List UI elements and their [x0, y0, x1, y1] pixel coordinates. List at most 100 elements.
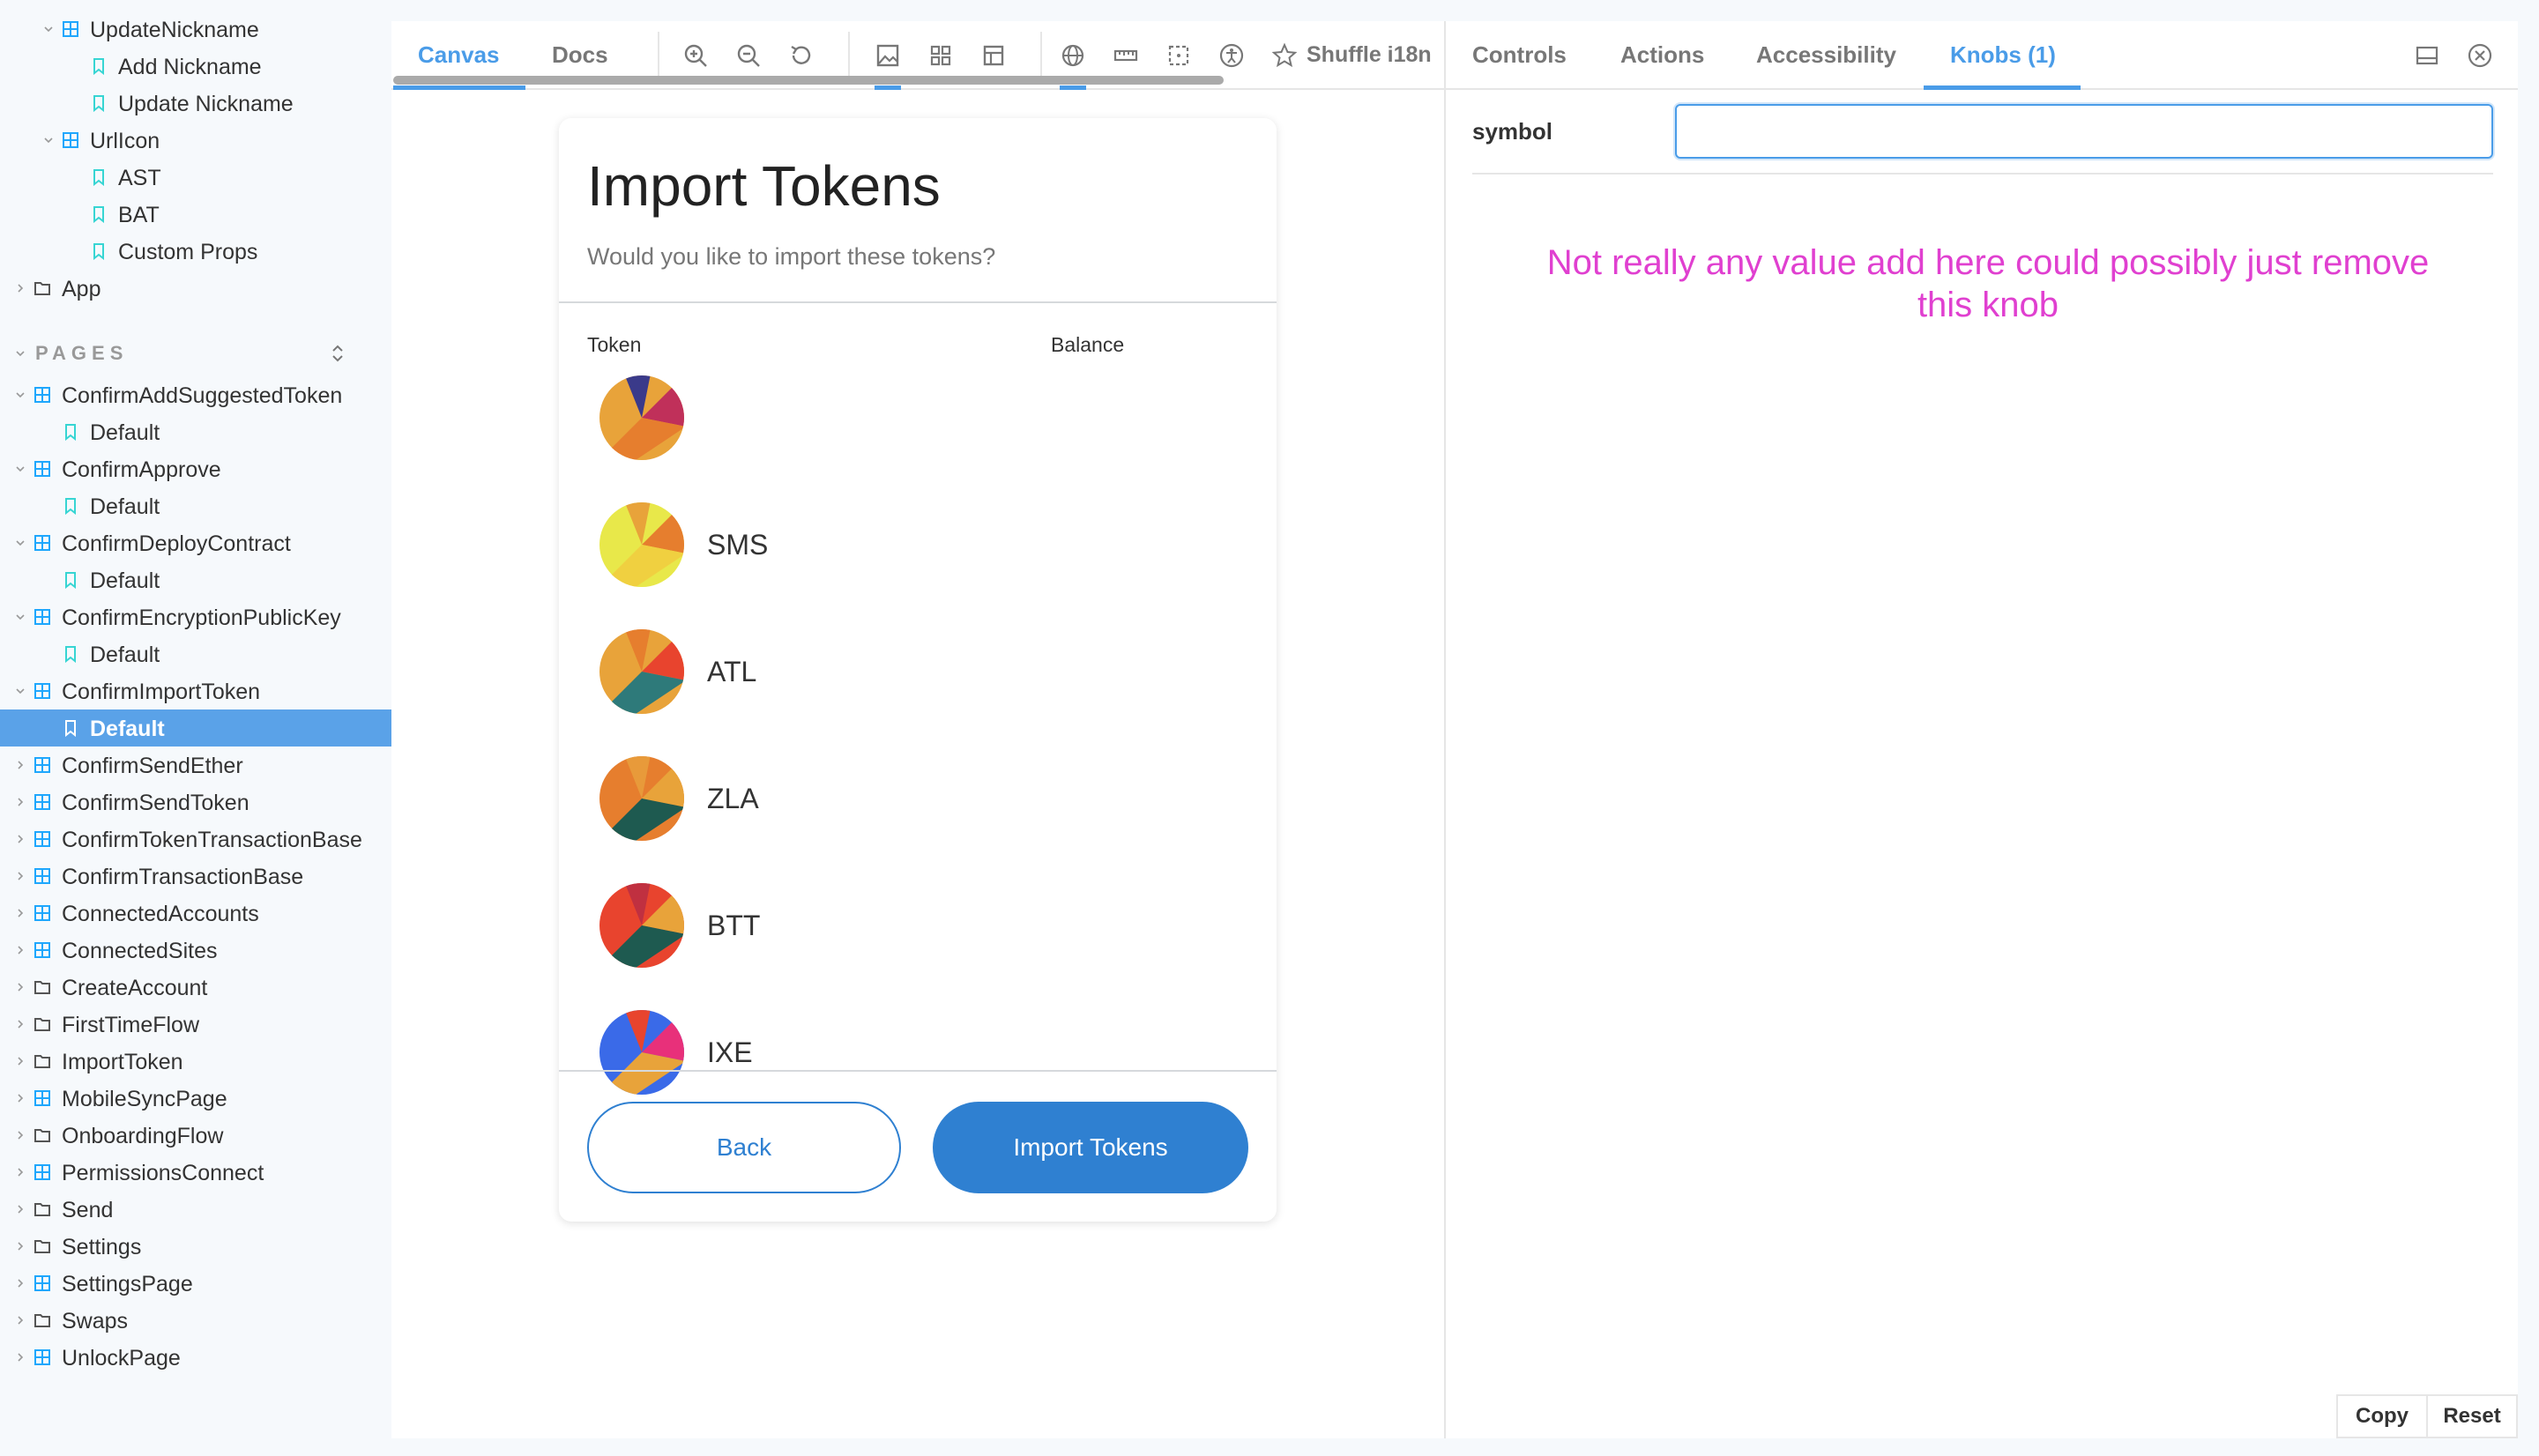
globe-icon[interactable] — [1060, 42, 1086, 69]
outline-icon[interactable] — [1165, 42, 1192, 69]
shuffle-i18n-button[interactable]: Shuffle i18n — [1307, 21, 1432, 88]
panel-position-icon[interactable] — [2414, 42, 2440, 69]
pages-header-label: PAGES — [35, 342, 129, 364]
component-item[interactable]: ConfirmAddSuggestedToken — [0, 376, 391, 413]
component-item[interactable]: ConfirmSendToken — [0, 784, 391, 821]
token-list[interactable]: SMS ATL ZLA BTT IXE — [559, 374, 1277, 1190]
toolbar-scrollbar[interactable] — [393, 76, 1224, 85]
folder-item[interactable]: CreateAccount — [0, 969, 391, 1006]
component-item[interactable]: SettingsPage — [0, 1265, 391, 1302]
component-icon — [34, 682, 51, 700]
tree-item-label: CreateAccount — [62, 976, 208, 1000]
story-item[interactable]: Default — [0, 487, 391, 524]
chevron-right-icon — [16, 983, 25, 992]
component-item[interactable]: ConfirmSendEther — [0, 747, 391, 784]
folder-icon — [34, 1237, 51, 1255]
component-icon — [34, 1089, 51, 1107]
component-item[interactable]: ConfirmEncryptionPublicKey — [0, 598, 391, 635]
story-item[interactable]: Default — [0, 561, 391, 598]
component-icon — [34, 756, 51, 774]
accessibility-icon[interactable] — [1218, 42, 1245, 69]
zoom-out-icon[interactable] — [735, 42, 762, 69]
token-row: ZLA — [598, 754, 1215, 843]
folder-item[interactable]: Send — [0, 1191, 391, 1228]
component-icon — [34, 534, 51, 552]
folder-item[interactable]: App — [0, 270, 391, 307]
story-item[interactable]: Default — [0, 413, 391, 450]
tab-controls[interactable]: Controls — [1472, 21, 1567, 88]
component-item[interactable]: ConfirmDeployContract — [0, 524, 391, 561]
component-icon — [34, 830, 51, 848]
folder-item[interactable]: OnboardingFlow — [0, 1117, 391, 1154]
tab-accessibility[interactable]: Accessibility — [1756, 21, 1896, 88]
folder-icon — [34, 1015, 51, 1033]
folder-item[interactable]: FirstTimeFlow — [0, 1006, 391, 1043]
component-item[interactable]: ConfirmImportToken — [0, 672, 391, 709]
tree-item-label: Update Nickname — [118, 92, 294, 116]
chevron-right-icon — [16, 1168, 25, 1177]
viewport-icon[interactable] — [980, 42, 1007, 69]
tree-item-label: SettingsPage — [62, 1272, 193, 1296]
chevron-right-icon — [16, 1205, 25, 1214]
zoom-reset-icon[interactable] — [788, 42, 815, 69]
component-item[interactable]: UnlockPage — [0, 1339, 391, 1376]
component-item[interactable]: UpdateNickname — [0, 11, 391, 48]
component-icon — [34, 1163, 51, 1181]
component-icon — [34, 386, 51, 404]
token-identicon — [599, 883, 684, 968]
component-item[interactable]: ConfirmApprove — [0, 450, 391, 487]
back-button[interactable]: Back — [587, 1102, 901, 1193]
component-item[interactable]: ConnectedAccounts — [0, 895, 391, 932]
tab-actions-label: Actions — [1620, 41, 1705, 68]
token-identicon — [599, 756, 684, 841]
tree-item-label: UrlIcon — [90, 129, 160, 153]
story-item[interactable]: AST — [0, 159, 391, 196]
toolbar-divider — [1040, 32, 1042, 78]
tab-knobs-label: Knobs (1) — [1950, 41, 2056, 68]
component-item[interactable]: ConfirmTokenTransactionBase — [0, 821, 391, 858]
story-item[interactable]: Add Nickname — [0, 48, 391, 85]
story-item[interactable]: Update Nickname — [0, 85, 391, 122]
story-item[interactable]: BAT — [0, 196, 391, 233]
folder-item[interactable]: Settings — [0, 1228, 391, 1265]
story-item[interactable]: Custom Props — [0, 233, 391, 270]
ruler-icon[interactable] — [1113, 42, 1139, 69]
star-icon[interactable] — [1271, 42, 1298, 69]
tree-item-label: OnboardingFlow — [62, 1124, 224, 1148]
divider — [559, 1070, 1277, 1072]
component-item[interactable]: MobileSyncPage — [0, 1080, 391, 1117]
import-tokens-button[interactable]: Import Tokens — [933, 1102, 1248, 1193]
folder-icon — [34, 1126, 51, 1144]
chevron-down-icon — [16, 464, 25, 473]
chevron-down-icon — [16, 613, 25, 621]
story-item[interactable]: Default — [0, 709, 391, 747]
folder-item[interactable]: Swaps — [0, 1302, 391, 1339]
folder-icon — [34, 978, 51, 996]
expand-collapse-icon[interactable] — [330, 342, 346, 369]
component-item[interactable]: ConfirmTransactionBase — [0, 858, 391, 895]
tree-item-label: ConfirmDeployContract — [62, 531, 291, 556]
tab-knobs[interactable]: Knobs (1) — [1950, 21, 2056, 88]
chevron-right-icon — [16, 1020, 25, 1029]
tree-item-label: ImportToken — [62, 1050, 183, 1074]
component-item[interactable]: UrlIcon — [0, 122, 391, 159]
close-icon[interactable] — [2467, 42, 2493, 69]
zoom-in-icon[interactable] — [682, 42, 709, 69]
knob-symbol-input[interactable] — [1675, 104, 2493, 159]
reset-button[interactable]: Reset — [2426, 1394, 2518, 1438]
story-item[interactable]: Default — [0, 635, 391, 672]
addons-toolbar: Controls Actions Accessibility Knobs (1) — [1446, 21, 2518, 90]
component-item[interactable]: PermissionsConnect — [0, 1154, 391, 1191]
background-image-icon[interactable] — [875, 42, 901, 69]
tab-actions[interactable]: Actions — [1620, 21, 1704, 88]
copy-button[interactable]: Copy — [2336, 1394, 2428, 1438]
chevron-right-icon — [16, 798, 25, 806]
grid-icon[interactable] — [927, 42, 954, 69]
chevron-right-icon — [16, 1131, 25, 1140]
pages-section-header[interactable]: PAGES — [0, 335, 391, 372]
tree-item-label: AST — [118, 166, 161, 190]
token-identicon — [599, 375, 684, 460]
folder-item[interactable]: ImportToken — [0, 1043, 391, 1080]
component-item[interactable]: ConnectedSites — [0, 932, 391, 969]
tree-item-label: ConfirmApprove — [62, 457, 221, 482]
